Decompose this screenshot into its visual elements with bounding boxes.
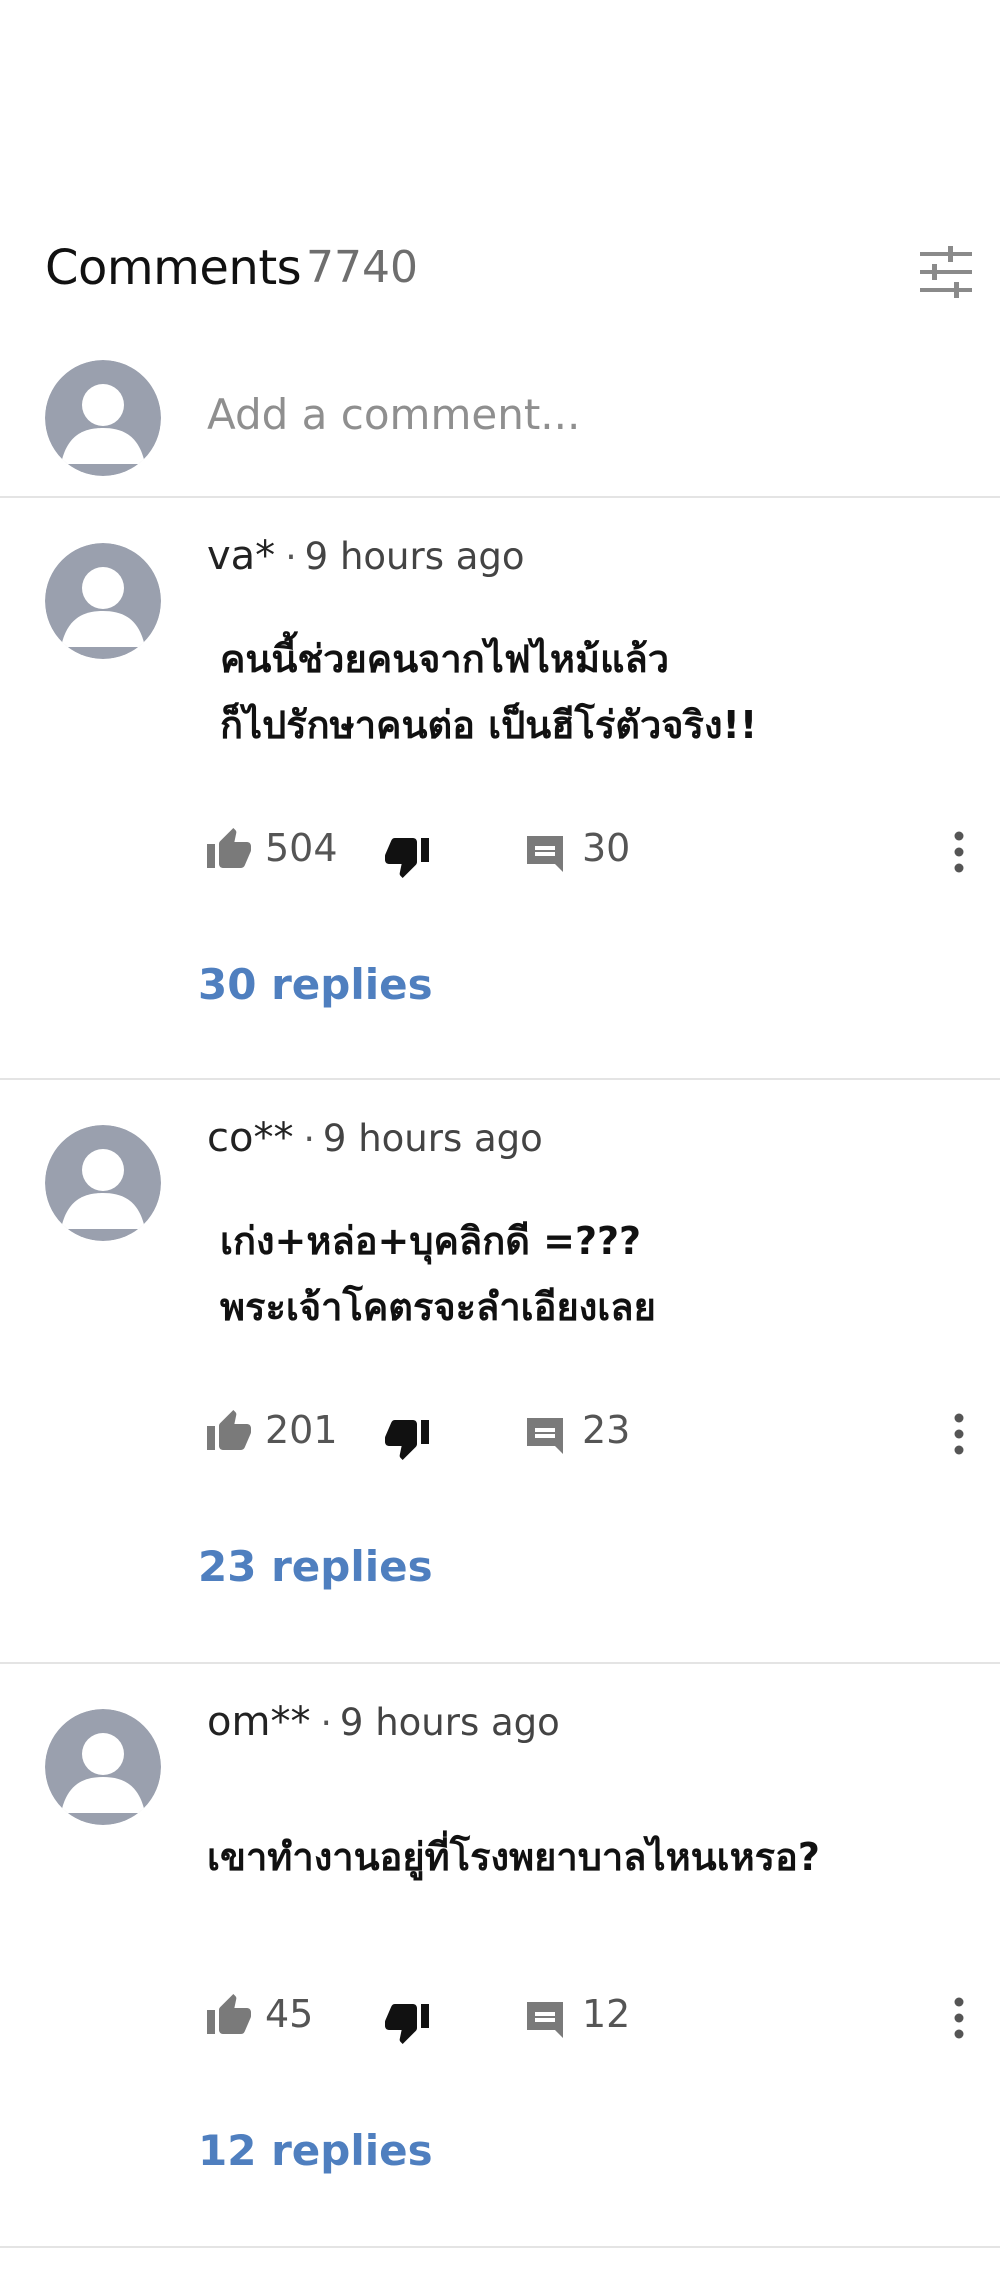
reply-count: 30 bbox=[582, 826, 631, 870]
tune-icon[interactable] bbox=[918, 244, 974, 300]
add-comment-row[interactable]: Add a comment... bbox=[0, 355, 1000, 476]
add-comment-input[interactable]: Add a comment... bbox=[207, 390, 580, 439]
comment-meta: om** · 9 hours ago bbox=[207, 1699, 560, 1745]
comment-meta: va* · 9 hours ago bbox=[207, 533, 525, 579]
avatar bbox=[45, 543, 161, 659]
view-replies-link[interactable]: 12 replies bbox=[198, 2126, 433, 2175]
comment: om** · 9 hours ago เขาทำงานอยู่ที่โรงพยาบา… bbox=[0, 1664, 1000, 2244]
view-replies-link[interactable]: 30 replies bbox=[198, 960, 433, 1009]
thumbs-up-icon[interactable] bbox=[205, 1992, 253, 2040]
comment-meta: co** · 9 hours ago bbox=[207, 1115, 543, 1161]
thumbs-down-icon[interactable] bbox=[383, 832, 431, 880]
more-vert-icon[interactable] bbox=[947, 824, 971, 880]
avatar bbox=[45, 1125, 161, 1241]
meta-separator: · bbox=[320, 1703, 332, 1744]
meta-separator: · bbox=[285, 537, 297, 578]
meta-separator: · bbox=[303, 1119, 315, 1160]
avatar bbox=[45, 360, 161, 476]
comments-header: Comments 7740 bbox=[0, 230, 1000, 315]
comment-icon[interactable] bbox=[521, 1412, 569, 1460]
like-count: 45 bbox=[265, 1992, 314, 2036]
comment-time: 9 hours ago bbox=[322, 1117, 543, 1160]
comment-actions: 201 23 bbox=[205, 1400, 995, 1470]
comment-text: เขาทำงานอยู่ที่โรงพยาบาลไหนเหรอ? bbox=[207, 1824, 947, 1890]
comment-text: เก่ง+หล่อ+บุคลิกดี =??? พระเจ้าโคตรจะลำเ… bbox=[220, 1208, 960, 1340]
comment-author[interactable]: va* bbox=[207, 533, 275, 579]
divider bbox=[0, 2246, 1000, 2248]
view-replies-link[interactable]: 23 replies bbox=[198, 1542, 433, 1591]
comment-text: คนนี้ช่วยคนจากไฟไหม้แล้ว ก็ไปรักษาคนต่อ … bbox=[220, 626, 960, 758]
avatar bbox=[45, 1709, 161, 1825]
comment-text-line: เก่ง+หล่อ+บุคลิกดี =??? bbox=[220, 1219, 642, 1263]
thumbs-down-icon[interactable] bbox=[383, 1414, 431, 1462]
comment-actions: 504 30 bbox=[205, 818, 995, 888]
more-vert-icon[interactable] bbox=[947, 1990, 971, 2046]
like-count: 504 bbox=[265, 826, 338, 870]
like-count: 201 bbox=[265, 1408, 338, 1452]
thumbs-up-icon[interactable] bbox=[205, 826, 253, 874]
comments-count: 7740 bbox=[306, 242, 418, 293]
comment-text-line: เขาทำงานอยู่ที่โรงพยาบาลไหนเหรอ? bbox=[207, 1835, 820, 1879]
comment-text-line: พระเจ้าโคตรจะลำเอียงเลย bbox=[220, 1285, 656, 1329]
reply-count: 23 bbox=[582, 1408, 631, 1452]
more-vert-icon[interactable] bbox=[947, 1406, 971, 1462]
comment-author[interactable]: om** bbox=[207, 1699, 310, 1745]
comment-text-line: ก็ไปรักษาคนต่อ เป็นฮีโร่ตัวจริง!! bbox=[220, 703, 758, 747]
comment: co** · 9 hours ago เก่ง+หล่อ+บุคลิกดี =???… bbox=[0, 1080, 1000, 1660]
comment-actions: 45 12 bbox=[205, 1984, 995, 2054]
comment-time: 9 hours ago bbox=[304, 535, 525, 578]
comment-icon[interactable] bbox=[521, 1996, 569, 2044]
thumbs-down-icon[interactable] bbox=[383, 1998, 431, 2046]
comment-author[interactable]: co** bbox=[207, 1115, 293, 1161]
thumbs-up-icon[interactable] bbox=[205, 1408, 253, 1456]
reply-count: 12 bbox=[582, 1992, 631, 2036]
comments-title: Comments bbox=[45, 240, 302, 296]
comment-time: 9 hours ago bbox=[339, 1701, 560, 1744]
comment: va* · 9 hours ago คนนี้ช่วยคนจากไฟไหม้แล้ว… bbox=[0, 498, 1000, 1078]
comment-text-line: คนนี้ช่วยคนจากไฟไหม้แล้ว bbox=[220, 637, 670, 681]
comment-icon[interactable] bbox=[521, 830, 569, 878]
